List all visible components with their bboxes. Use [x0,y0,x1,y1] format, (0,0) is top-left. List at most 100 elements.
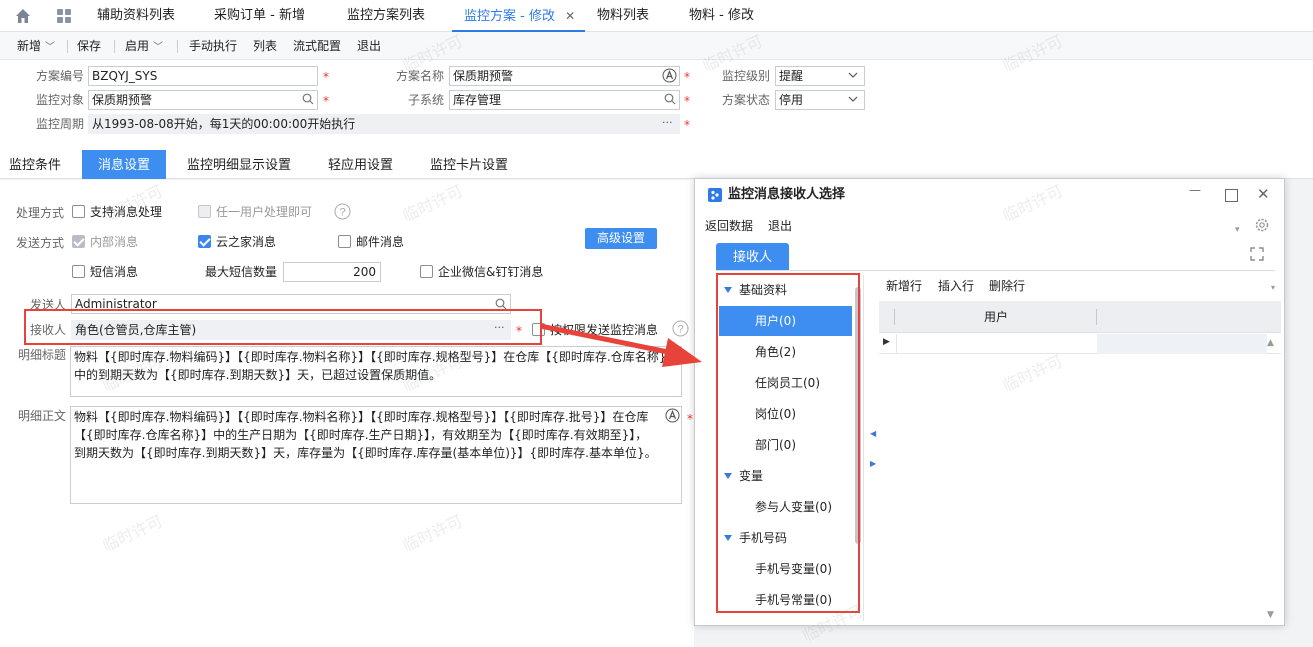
divider [1096,309,1097,325]
handle-mode-label: 处理方式 [15,206,64,220]
required-mark: * [684,118,690,132]
chevron-down-icon[interactable]: ▾ [1271,283,1275,292]
expand-right-icon[interactable]: ▶ [870,459,876,468]
expand-icon[interactable] [1250,247,1264,261]
divider [67,40,68,53]
gear-icon[interactable] [1254,217,1270,233]
required-mark: * [684,70,690,84]
translate-icon[interactable] [662,68,677,83]
status-label: 方案状态 [721,93,770,107]
chevron-down-icon [848,69,858,83]
dialog-title: 监控消息接收人选择 [728,187,846,202]
support-msg-checkbox[interactable] [72,205,85,218]
row-pointer-icon: ▶ [883,337,890,347]
toolbar: 新增 ﹀ 保存 启用 ﹀ 手动执行 列表 流式配置 退出 [0,32,1313,60]
collapse-left-icon[interactable]: ◀ [870,429,876,438]
divider [716,270,1275,271]
send-mode-label: 发送方式 [15,236,64,250]
subsystem-label: 子系统 [407,93,444,107]
period-input[interactable]: 从1993-08-08开始，每1天的00:00:00开始执行 [88,114,680,134]
dialog-exit-button[interactable]: 退出 [768,217,792,235]
detail-body-textarea[interactable]: 物料【{即时库存.物料编码}】【{即时库存.物料名称}】【{即时库存.规格型号}… [70,406,682,504]
tab-monitor-card-settings[interactable]: 监控卡片设置 [430,150,508,179]
chevron-down-icon: ﹀ [45,42,56,53]
divider [177,40,178,53]
chevron-down-icon[interactable]: ▾ [1235,225,1240,235]
tab-material-edit[interactable]: 物料 - 修改 [689,0,754,32]
search-icon[interactable] [664,93,676,108]
tab-label: 监控方案 - 修改 [464,9,555,24]
sms-label: 短信消息 [90,265,139,279]
minimize-icon[interactable]: — [1189,183,1201,197]
divider [894,309,895,325]
tree-highlight-box [716,273,860,613]
tab-aux-data-list[interactable]: 辅助资料列表 [97,0,175,32]
tab-message-settings[interactable]: 消息设置 [82,150,166,179]
wechat-label: 企业微信&钉钉消息 [438,265,544,279]
required-mark: * [684,94,690,108]
home-icon[interactable] [14,7,32,25]
save-button[interactable]: 保存 [77,32,101,60]
manual-run-button[interactable]: 手动执行 [189,32,237,60]
more-icon[interactable]: ··· [662,116,673,129]
chevron-down-icon [848,93,858,107]
apps-grid-icon[interactable] [56,8,72,24]
search-icon[interactable] [302,93,314,108]
return-data-button[interactable]: 返回数据 [705,217,753,235]
max-sms-label: 最大短信数量 [205,265,278,279]
add-row-button[interactable]: 新增行 [886,278,922,294]
list-button[interactable]: 列表 [253,32,277,60]
grid-cell[interactable] [896,334,1096,354]
tab-monitor-scheme-list[interactable]: 监控方案列表 [347,0,425,32]
scheme-no-label: 方案编号 [35,69,84,83]
grid-cell-filler [1097,334,1267,354]
exit-button[interactable]: 退出 [357,32,381,60]
required-mark: * [323,94,329,108]
support-msg-label: 支持消息处理 [90,205,163,219]
tab-light-app-settings[interactable]: 轻应用设置 [328,150,393,179]
internal-msg-checkbox[interactable] [72,235,85,248]
scheme-name-input[interactable]: 保质期预警 [449,66,680,86]
target-input[interactable]: 保质期预警 [88,90,318,110]
any-user-checkbox[interactable] [198,205,211,218]
maximize-icon[interactable] [1225,189,1238,202]
scheme-no-input[interactable]: BZQYJ_SYS [88,66,318,86]
scroll-down-icon[interactable]: ▼ [1267,610,1274,620]
delete-row-button[interactable]: 删除行 [989,278,1025,294]
flow-config-button[interactable]: 流式配置 [293,32,341,60]
any-user-label: 任一用户处理即可 [216,205,313,219]
cloud-msg-checkbox[interactable] [198,235,211,248]
wechat-checkbox[interactable] [420,265,433,278]
cloud-msg-label: 云之家消息 [216,235,277,249]
grid-row[interactable]: ▶ [879,334,1281,354]
advanced-settings-button[interactable]: 高级设置 [585,228,657,249]
tab-detail-display-settings[interactable]: 监控明细显示设置 [187,150,291,179]
close-icon[interactable]: ✕ [1257,185,1270,203]
new-button[interactable]: 新增 ﹀ [17,32,55,60]
subsystem-input[interactable]: 库存管理 [449,90,680,110]
tab-monitor-conditions[interactable]: 监控条件 [9,150,61,179]
scroll-up-icon[interactable]: ▲ [1267,338,1274,348]
tab-purchase-order-new[interactable]: 采购订单 - 新增 [214,0,305,32]
scheme-header-form: 方案编号 BZQYJ_SYS * 方案名称 保质期预警 * 监控级别 提醒 监控… [0,60,1313,150]
tab-receiver[interactable]: 接收人 [716,243,789,270]
help-icon[interactable]: ? [334,203,351,220]
close-icon[interactable]: ✕ [565,9,575,23]
enable-button[interactable]: 启用 ﹀ [125,32,163,60]
target-label: 监控对象 [35,93,84,107]
required-mark: * [687,412,693,426]
sms-checkbox[interactable] [72,265,85,278]
tab-material-list[interactable]: 物料列表 [597,0,649,32]
insert-row-button[interactable]: 插入行 [938,278,974,294]
pointer-arrow [540,323,702,367]
translate-icon[interactable] [665,408,680,423]
mail-msg-checkbox[interactable] [338,235,351,248]
divider [114,40,115,53]
internal-msg-label: 内部消息 [90,235,139,249]
settings-tab-strip: 监控条件 消息设置 监控明细显示设置 轻应用设置 监控卡片设置 [0,150,1313,179]
detail-title-label: 明细标题 [17,348,66,362]
tab-monitor-scheme-edit[interactable]: 监控方案 - 修改 ✕ [452,0,585,32]
app-logo-icon [708,188,722,202]
column-header-user[interactable]: 用户 [896,301,1096,333]
max-sms-input[interactable]: 200 [283,262,381,282]
